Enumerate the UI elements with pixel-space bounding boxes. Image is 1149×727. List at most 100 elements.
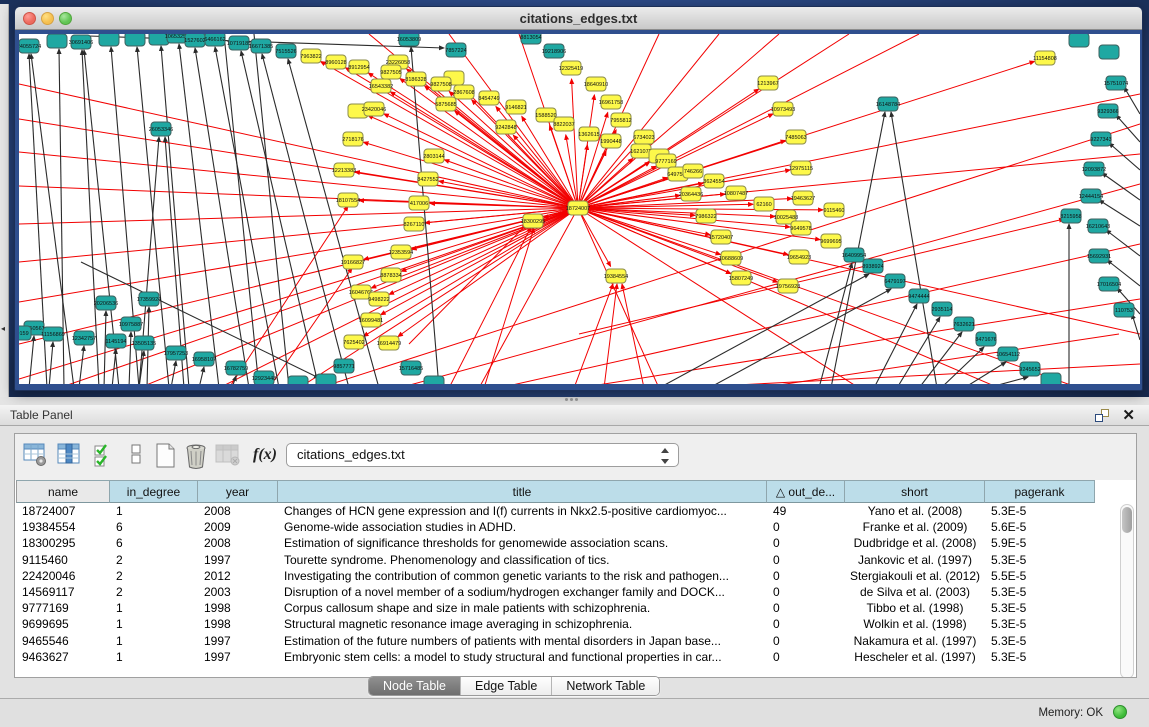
table-row[interactable]: 1830029562008Estimation of significance …: [16, 536, 1105, 552]
network-node-yellow[interactable]: 12325419: [559, 61, 583, 75]
network-node-yellow[interactable]: 6734023: [633, 130, 654, 144]
show-columns-icon[interactable]: [57, 442, 83, 470]
network-node-teal[interactable]: 16958107: [192, 352, 216, 366]
network-node-teal[interactable]: 12342757: [72, 331, 96, 345]
network-node-yellow[interactable]: 8912954: [348, 60, 369, 74]
network-node-yellow[interactable]: 18107554: [336, 193, 360, 207]
function-builder-icon[interactable]: f(x): [253, 446, 279, 474]
network-node-yellow[interactable]: 19756928: [776, 279, 800, 293]
table-vertical-scrollbar[interactable]: [1120, 504, 1134, 677]
network-node-yellow[interactable]: 8267110: [403, 217, 424, 231]
network-node-yellow[interactable]: 2718176: [342, 132, 363, 146]
network-node-teal[interactable]: [1099, 45, 1119, 59]
network-node-teal[interactable]: 20206536: [94, 296, 118, 310]
network-node-teal[interactable]: 9227343: [1090, 132, 1111, 146]
network-node-teal[interactable]: 11156869: [41, 327, 65, 341]
network-node-yellow[interactable]: 7963822: [300, 49, 321, 63]
network-node-yellow[interactable]: 7625402: [343, 335, 364, 349]
network-node-yellow[interactable]: 1588520: [535, 108, 556, 122]
network-node-yellow[interactable]: 9242848: [495, 120, 516, 134]
table-row[interactable]: 946362711997Embryonic stem cells: a mode…: [16, 650, 1105, 666]
network-node-yellow[interactable]: 16961758: [599, 95, 623, 109]
column-header-pagerank[interactable]: pagerank: [985, 480, 1095, 503]
network-node-yellow[interactable]: 1621072: [630, 144, 651, 158]
column-header-out_de[interactable]: △ out_de...: [767, 480, 845, 503]
network-node-yellow[interactable]: 15720407: [709, 230, 733, 244]
column-header-in_degree[interactable]: in_degree: [110, 480, 198, 503]
network-node-yellow[interactable]: 1213967: [757, 76, 778, 90]
network-node-teal[interactable]: 7515526: [275, 44, 296, 58]
table-source-dropdown[interactable]: citations_edges.txt: [286, 443, 679, 467]
network-node-yellow[interactable]: 19166827: [341, 255, 365, 269]
network-node-teal[interactable]: 12923448: [252, 371, 276, 384]
network-node-yellow[interactable]: 12975115: [789, 161, 813, 175]
tab-network-table[interactable]: Network Table: [552, 677, 659, 695]
column-header-short[interactable]: short: [845, 480, 985, 503]
network-node-yellow[interactable]: 19384554: [604, 269, 628, 283]
network-node-teal[interactable]: 16210643: [1086, 219, 1110, 233]
network-node-teal[interactable]: [288, 376, 308, 384]
network-node-teal[interactable]: 7857224: [445, 43, 466, 57]
network-node-teal[interactable]: 2935114: [931, 302, 952, 316]
network-node-yellow[interactable]: 16914479: [377, 336, 401, 350]
network-node-yellow[interactable]: 9498222: [368, 292, 389, 306]
table-row[interactable]: 911546021997Tourette syndrome. Phenomeno…: [16, 553, 1105, 569]
network-canvas[interactable]: 1872400718300295193845547963822896012889…: [19, 34, 1140, 384]
network-node-yellow[interactable]: 15807249: [729, 271, 753, 285]
network-node-yellow[interactable]: 2803144: [423, 149, 444, 163]
network-node-yellow[interactable]: 9146821: [505, 100, 526, 114]
network-node-yellow[interactable]: 18640910: [584, 77, 608, 91]
network-node-yellow[interactable]: 8427552: [417, 172, 438, 186]
network-node-yellow[interactable]: 19654923: [787, 250, 811, 264]
network-node-teal[interactable]: 7632621: [953, 317, 974, 331]
tab-node-table[interactable]: Node Table: [369, 677, 461, 695]
network-node-yellow[interactable]: 19463627: [791, 191, 815, 205]
network-node-teal[interactable]: 8938924: [862, 259, 883, 273]
network-node-teal[interactable]: [316, 374, 336, 384]
network-node-teal[interactable]: 1527602: [184, 34, 205, 47]
pane-split-grip[interactable]: [565, 398, 583, 403]
network-node-teal[interactable]: 16148784: [876, 97, 900, 111]
network-node-teal[interactable]: 26053346: [149, 122, 173, 136]
network-node-yellow[interactable]: 20364436: [679, 187, 703, 201]
network-node-teal[interactable]: 8813054: [520, 34, 541, 44]
network-node-teal[interactable]: 110753: [1114, 303, 1134, 317]
column-header-name[interactable]: name: [16, 480, 110, 503]
network-node-yellow[interactable]: 417006: [409, 196, 429, 210]
network-node-yellow[interactable]: 9649578: [790, 221, 811, 235]
network-node-teal[interactable]: 1145194: [105, 334, 126, 348]
network-node-teal[interactable]: 10975887: [119, 317, 143, 331]
network-node-yellow[interactable]: 746266: [683, 164, 703, 178]
network-node-teal[interactable]: 10719185: [227, 36, 251, 50]
table-row[interactable]: 1938455462009Genome-wide association stu…: [16, 520, 1105, 536]
network-node-teal[interactable]: 16782759: [224, 361, 248, 375]
table-row[interactable]: 1456911722003Disruption of a novel membe…: [16, 585, 1105, 601]
network-node-yellow[interactable]: 7485063: [785, 130, 806, 144]
network-node-teal[interactable]: [424, 376, 444, 384]
network-node-yellow[interactable]: 9115460: [823, 203, 844, 217]
network-node-yellow[interactable]: 16099481: [359, 313, 383, 327]
network-node-teal[interactable]: [1041, 373, 1061, 384]
network-node-teal[interactable]: 12093872: [1082, 162, 1106, 176]
network-node-teal[interactable]: 16053809: [397, 34, 421, 46]
new-table-icon[interactable]: [153, 442, 179, 470]
network-node-yellow[interactable]: 10688609: [719, 251, 743, 265]
network-node-yellow[interactable]: 7955812: [610, 113, 631, 127]
network-node-yellow[interactable]: 8822037: [553, 117, 574, 131]
network-node-teal[interactable]: 12444154: [1079, 189, 1103, 203]
network-node-yellow[interactable]: 12353594: [389, 245, 413, 259]
network-node-teal[interactable]: 39159: [19, 326, 31, 340]
network-node-teal[interactable]: 15716485: [399, 361, 423, 375]
select-rows-icon[interactable]: [93, 442, 119, 470]
network-node-teal[interactable]: 17016504: [1097, 277, 1121, 291]
network-node-teal[interactable]: 16409954: [842, 248, 866, 262]
network-node-teal[interactable]: 17359924: [137, 292, 161, 306]
network-node-yellow[interactable]: 9827505: [380, 65, 401, 79]
network-node-teal[interactable]: 10654112: [996, 347, 1020, 361]
network-node-yellow[interactable]: 8454749: [478, 91, 499, 105]
network-node-teal[interactable]: [125, 34, 145, 46]
pane-collapse-arrow-icon[interactable]: ◂: [1, 324, 5, 333]
network-node-yellow[interactable]: 1362615: [578, 127, 599, 141]
network-node-teal[interactable]: 13505135: [132, 336, 156, 350]
tab-edge-table[interactable]: Edge Table: [461, 677, 552, 695]
